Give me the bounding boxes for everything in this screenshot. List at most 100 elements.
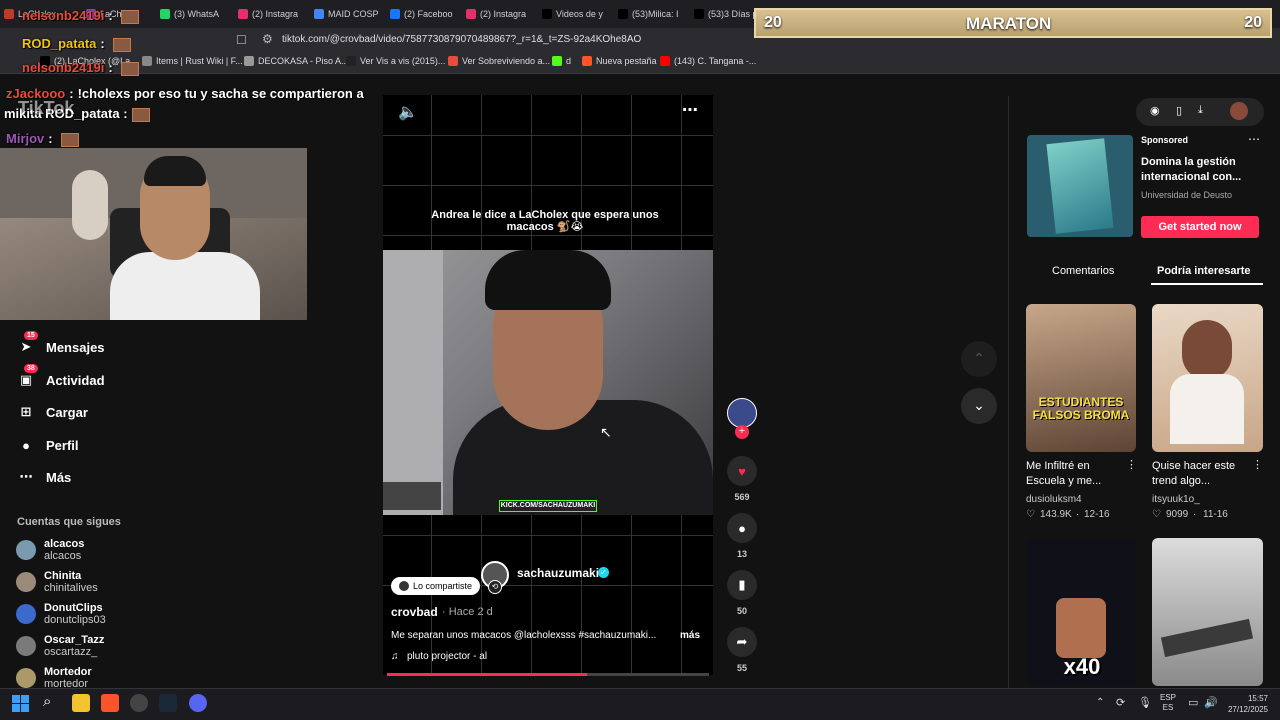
ad-book-cover (1046, 138, 1114, 234)
ad-image[interactable] (1027, 135, 1133, 237)
card-title[interactable]: Me Infiltré en Escuela y me... (1026, 459, 1126, 489)
like-button[interactable]: ♥ 569 (727, 456, 757, 502)
card-more-icon[interactable]: ⋮ (1252, 458, 1263, 471)
clock[interactable]: 15:57 27/12/2025 (1222, 693, 1268, 715)
grid-line (383, 235, 713, 236)
plus-square-icon: ⊞ (20, 404, 32, 419)
brave-browser-icon[interactable] (101, 694, 119, 712)
progress-fill (387, 673, 587, 676)
network-icon[interactable]: ▭ (1188, 696, 1198, 709)
card-dot: · (1193, 509, 1197, 520)
download-icon[interactable]: ⤓ (1198, 104, 1203, 117)
featured-username[interactable]: sachauzumaki (517, 566, 599, 580)
obs-icon[interactable] (130, 694, 148, 712)
discord-icon[interactable] (189, 694, 207, 712)
windows-start-icon[interactable] (12, 695, 29, 712)
maraton-banner: 20 MARATON 20 (754, 8, 1272, 38)
video-card[interactable]: x40 (1026, 538, 1136, 686)
share-count: 55 (736, 663, 747, 673)
bookmark-item[interactable]: DECOKASA - Piso A... (244, 56, 349, 66)
user-avatar[interactable] (1230, 102, 1248, 120)
site-settings-icon[interactable]: ⚙ (262, 32, 273, 46)
bookmark-item[interactable]: Ver Sobreviviendo a... (448, 56, 550, 66)
sidebar-item[interactable]: ▣ 38 Actividad (18, 364, 105, 388)
sidebar-item[interactable]: ➤ 15 Mensajes (18, 331, 105, 355)
steam-icon[interactable] (159, 694, 177, 712)
volume-tray-icon[interactable]: 🔊 (1204, 696, 1218, 709)
browser-tab[interactable]: (2) Faceboo (390, 6, 462, 22)
bookmark-item[interactable]: Items | Rust Wiki | F... (142, 56, 243, 66)
tab-favicon-icon (694, 9, 704, 19)
following-item[interactable]: alcacos alcacos (16, 538, 84, 562)
save-button[interactable]: ▮ 50 (727, 570, 757, 616)
chat-emote-icon (60, 132, 79, 147)
url-field[interactable]: tiktok.com/@crovbad/video/75877308790704… (282, 34, 641, 45)
tab-favicon-icon (466, 9, 476, 19)
bookmark-favicon-icon (142, 56, 152, 66)
more-options-icon[interactable]: ⋯ (682, 100, 698, 120)
coins-icon[interactable]: ◉ (1150, 104, 1160, 117)
browser-tab[interactable]: Videos de y (542, 6, 614, 22)
tab-comments[interactable]: Comentarios (1052, 265, 1114, 277)
bookmark-label: Nueva pestaña (596, 56, 657, 66)
video-author[interactable]: crovbad (391, 605, 438, 619)
video-card[interactable] (1152, 538, 1263, 686)
frame-wall (383, 250, 443, 515)
chat-emote-icon (120, 9, 139, 24)
video-card[interactable] (1152, 304, 1263, 452)
following-item[interactable]: Chinita chinitalives (16, 570, 98, 594)
mic-icon[interactable]: 🎙 (1138, 696, 1152, 709)
verified-icon: ✓ (598, 567, 609, 578)
share-button[interactable]: ➦ 55 (727, 627, 757, 673)
bookmark-star-icon[interactable]: ☐ (236, 33, 247, 47)
sidebar-item-label: Más (46, 469, 72, 485)
ad-more-icon[interactable]: ⋯ (1248, 132, 1260, 146)
browser-tab[interactable]: MAID COSP (314, 6, 386, 22)
bookmark-item[interactable]: Ver Vis a vis (2015)... (346, 56, 445, 66)
tiktok-logo[interactable]: TikTok (18, 98, 74, 119)
tab-might-interest[interactable]: Podría interesarte (1157, 265, 1251, 277)
comment-button[interactable]: ● 13 (727, 513, 757, 559)
phone-icon[interactable]: ▯ (1176, 104, 1182, 117)
search-icon[interactable]: ⌕ (43, 693, 51, 710)
volume-icon[interactable]: 🔈 (398, 102, 418, 122)
sync-icon[interactable]: ⟳ (1116, 696, 1125, 709)
card-user[interactable]: dusioluksm4 (1026, 494, 1082, 505)
language-indicator[interactable]: ESP ES (1160, 693, 1176, 713)
music-title[interactable]: pluto projector - al (407, 651, 487, 662)
card-overlay-text: x40 (1063, 654, 1101, 679)
previous-video-button[interactable]: ⌃ (961, 341, 997, 377)
card-title[interactable]: Quise hacer este trend algo... (1152, 459, 1252, 489)
browser-tab[interactable]: (2) Instagra (238, 6, 310, 22)
following-item[interactable]: Oscar_Tazz oscartazz_ (16, 634, 104, 658)
file-explorer-icon[interactable] (72, 694, 90, 712)
browser-tab[interactable]: (53)Milica: I (618, 6, 690, 22)
creator-avatar[interactable] (727, 398, 757, 428)
sidebar-item[interactable]: ⋯ Más (18, 469, 72, 485)
progress-track[interactable] (387, 673, 709, 676)
card-user[interactable]: itsyuuk1o_ (1152, 494, 1200, 505)
video-card[interactable]: ESTUDIANTES FALSOS BROMA (1026, 304, 1136, 452)
following-item[interactable]: DonutClips donutclips03 (16, 602, 106, 626)
bookmark-item[interactable]: d (552, 56, 571, 66)
follow-plus-icon[interactable]: + (735, 425, 749, 439)
shared-pill[interactable]: Lo compartiste (391, 577, 481, 595)
next-video-button[interactable]: ⌄ (961, 388, 997, 424)
browser-tab[interactable]: (2) Instagra (466, 6, 538, 22)
tab-favicon-icon (160, 9, 170, 19)
sidebar-item[interactable]: ⊞ Cargar (18, 404, 88, 420)
language-code: ESP (1160, 693, 1177, 702)
bookmark-item[interactable]: Nueva pestaña (582, 56, 657, 66)
card-more-icon[interactable]: ⋮ (1126, 458, 1137, 471)
following-item[interactable]: Mortedor mortedor (16, 666, 92, 690)
bookmark-favicon-icon (448, 56, 458, 66)
card-figure (1160, 618, 1254, 658)
ad-cta-button[interactable]: Get started now (1141, 216, 1259, 238)
sidebar-item[interactable]: ● Perfil (18, 437, 78, 453)
bookmark-item[interactable]: (143) C. Tangana -... (660, 56, 756, 66)
ad-title[interactable]: Domina la gestión internacional con... (1141, 155, 1259, 185)
chevron-up-icon[interactable]: ⌃ (1096, 697, 1104, 708)
browser-tab[interactable]: (3) WhatsA (160, 6, 232, 22)
more-link[interactable]: más (680, 630, 700, 641)
card-overlay-text: ESTUDIANTES FALSOS BROMA (1032, 395, 1130, 422)
